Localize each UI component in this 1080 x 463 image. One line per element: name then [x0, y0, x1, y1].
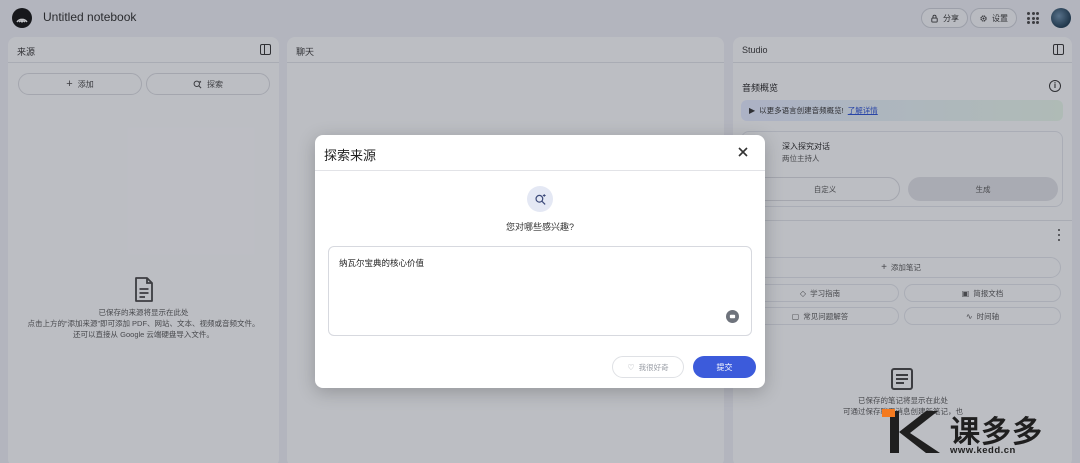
- microphone-icon[interactable]: [726, 310, 739, 323]
- watermark: 课多多 www.kedd.cn: [880, 405, 1076, 460]
- feeling-curious-label: 我很好奇: [638, 362, 669, 372]
- dialog-title: 探索来源: [324, 148, 377, 163]
- submit-button[interactable]: 提交: [693, 356, 756, 378]
- watermark-logo-icon: [880, 405, 946, 463]
- feeling-curious-button[interactable]: ♡ 我很好奇: [612, 356, 684, 378]
- sparkle-icon: ♡: [627, 362, 635, 372]
- discover-sparkle-icon: [527, 186, 553, 212]
- discover-sources-dialog: 探索来源 您对哪些感兴趣? 纳瓦尔宝典的核心价值 ♡ 我很好奇 提交: [315, 135, 765, 388]
- interest-input[interactable]: 纳瓦尔宝典的核心价值: [328, 246, 752, 336]
- dialog-header: 探索来源: [315, 135, 765, 171]
- interest-question: 您对哪些感兴趣?: [505, 222, 574, 232]
- close-icon[interactable]: [737, 146, 749, 158]
- watermark-url: www.kedd.cn: [950, 445, 1016, 456]
